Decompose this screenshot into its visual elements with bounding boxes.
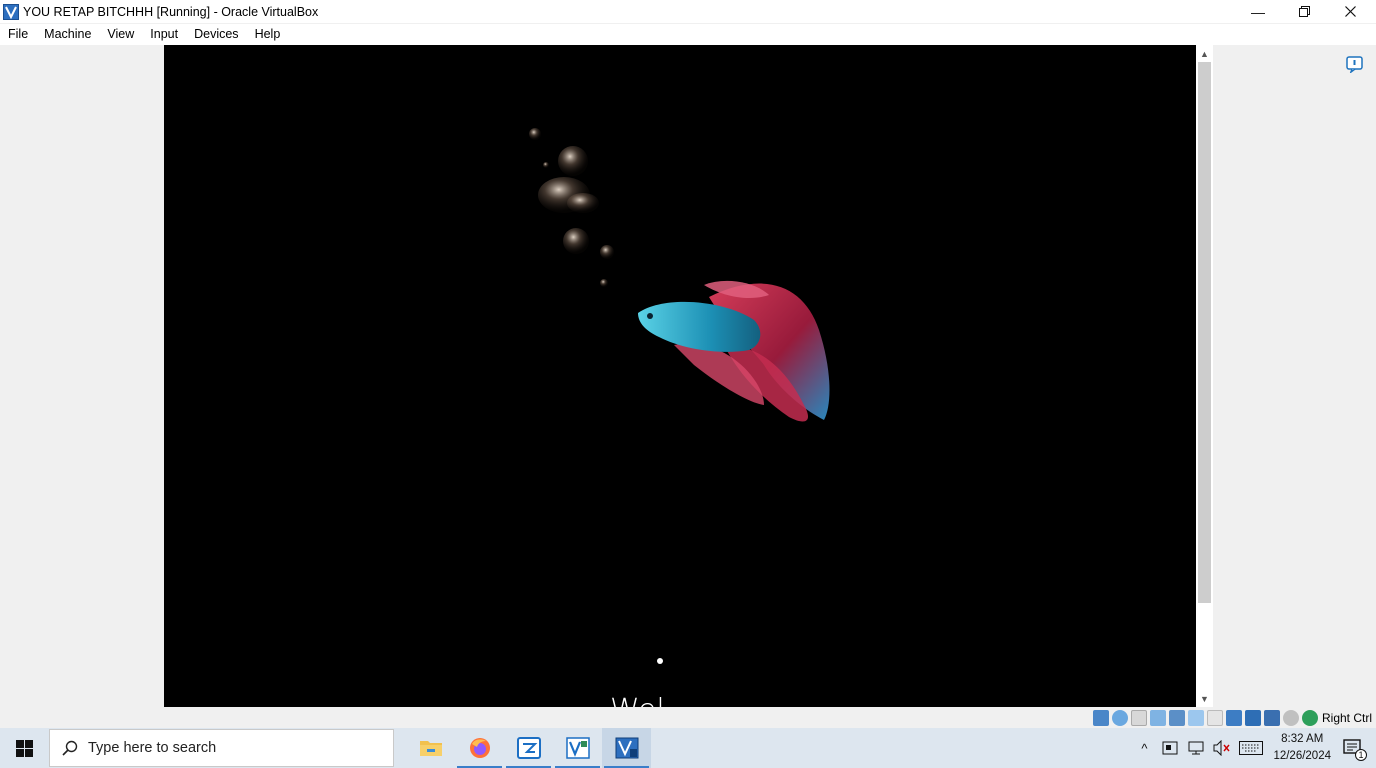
app-icon bbox=[516, 737, 541, 759]
loading-indicator bbox=[657, 658, 663, 664]
display-icon[interactable] bbox=[1225, 710, 1242, 726]
clock-date: 12/26/2024 bbox=[1273, 750, 1331, 762]
usb-icon[interactable] bbox=[1187, 710, 1204, 726]
system-tray: ^ 8:32 AM 12/26/2024 1 bbox=[1131, 728, 1376, 768]
action-center-button[interactable]: 1 bbox=[1342, 738, 1367, 761]
vm-status-bar: Right Ctrl bbox=[0, 708, 1376, 728]
start-button[interactable] bbox=[0, 728, 48, 768]
security-tray-icon[interactable] bbox=[1160, 738, 1180, 758]
restore-button[interactable] bbox=[1281, 0, 1327, 23]
bubbles bbox=[529, 128, 614, 287]
hard-disk-icon[interactable] bbox=[1092, 710, 1109, 726]
restore-icon bbox=[1298, 6, 1310, 17]
firefox-icon bbox=[469, 738, 490, 758]
shared-folders-icon[interactable] bbox=[1206, 710, 1223, 726]
taskbar-app[interactable] bbox=[504, 728, 553, 768]
virtualbox-vm-icon bbox=[615, 737, 638, 759]
window-title: YOU RETAP BITCHHH [Running] - Oracle Vir… bbox=[23, 4, 319, 19]
feedback-icon[interactable] bbox=[1346, 56, 1363, 73]
host-key-label[interactable]: Right Ctrl bbox=[1322, 711, 1372, 725]
optical-drive-icon[interactable] bbox=[1111, 710, 1128, 726]
menu-bar: File Machine View Input Devices Help bbox=[0, 24, 1376, 45]
taskbar-firefox[interactable] bbox=[455, 728, 504, 768]
close-button[interactable] bbox=[1327, 0, 1373, 23]
minimize-icon: — bbox=[1251, 3, 1265, 20]
menu-input[interactable]: Input bbox=[142, 24, 186, 45]
menu-view[interactable]: View bbox=[99, 24, 142, 45]
virtualbox-window-icon bbox=[3, 3, 19, 20]
clock[interactable]: 8:32 AM 12/26/2024 bbox=[1273, 731, 1331, 765]
chevron-down-icon: ▼ bbox=[1200, 693, 1209, 704]
network-icon bbox=[1188, 741, 1204, 755]
scroll-down-button[interactable]: ▼ bbox=[1196, 690, 1213, 707]
scroll-up-button[interactable]: ▲ bbox=[1196, 45, 1213, 62]
touch-keyboard-button[interactable] bbox=[1238, 738, 1264, 758]
recording-icon[interactable] bbox=[1244, 710, 1261, 726]
windows-logo-icon bbox=[15, 739, 33, 757]
betta-fish-wallpaper bbox=[529, 128, 830, 422]
vm-display[interactable]: Wel bbox=[164, 45, 1196, 707]
taskbar-search-box[interactable]: Type here to search bbox=[49, 729, 394, 767]
keyboard-icon[interactable] bbox=[1301, 710, 1318, 726]
betta-fish bbox=[638, 280, 830, 422]
welcome-text: Wel bbox=[610, 693, 665, 707]
audio-icon[interactable] bbox=[1149, 710, 1166, 726]
chevron-up-icon: ▲ bbox=[1200, 48, 1209, 59]
network-tray-icon[interactable] bbox=[1186, 738, 1206, 758]
file-explorer-icon bbox=[419, 741, 442, 756]
volume-tray-icon[interactable] bbox=[1212, 738, 1232, 758]
minimize-button[interactable]: — bbox=[1235, 0, 1281, 23]
menu-help[interactable]: Help bbox=[247, 24, 289, 45]
menu-file[interactable]: File bbox=[0, 24, 36, 45]
cpu-icon[interactable] bbox=[1263, 710, 1280, 726]
virtualbox-manager-icon bbox=[565, 737, 590, 759]
taskbar-virtualbox-vm[interactable] bbox=[602, 728, 651, 768]
keyboard-icon bbox=[1239, 741, 1264, 755]
notification-badge: 1 bbox=[1355, 749, 1367, 761]
menu-devices[interactable]: Devices bbox=[186, 24, 246, 45]
clock-time: 8:32 AM bbox=[1281, 733, 1324, 745]
taskbar-virtualbox-manager[interactable] bbox=[553, 728, 602, 768]
show-hidden-icons-button[interactable]: ^ bbox=[1134, 738, 1154, 758]
network-icon[interactable] bbox=[1168, 710, 1185, 726]
search-icon bbox=[62, 740, 78, 756]
title-bar: YOU RETAP BITCHHH [Running] - Oracle Vir… bbox=[0, 0, 1376, 23]
chevron-up-icon: ^ bbox=[1141, 740, 1148, 756]
taskbar: Type here to search ^ 8:32 AM 12/26/2024… bbox=[0, 728, 1376, 768]
shield-icon bbox=[1162, 741, 1178, 755]
menu-machine[interactable]: Machine bbox=[36, 24, 99, 45]
close-icon bbox=[1344, 6, 1356, 17]
mouse-integration-icon[interactable] bbox=[1282, 710, 1299, 726]
vertical-scrollbar[interactable]: ▲ ▼ bbox=[1196, 45, 1213, 707]
search-placeholder: Type here to search bbox=[88, 740, 217, 756]
floppy-icon[interactable] bbox=[1130, 710, 1147, 726]
volume-muted-icon bbox=[1213, 740, 1230, 756]
taskbar-file-explorer[interactable] bbox=[406, 728, 455, 768]
scrollbar-thumb[interactable] bbox=[1198, 62, 1211, 603]
